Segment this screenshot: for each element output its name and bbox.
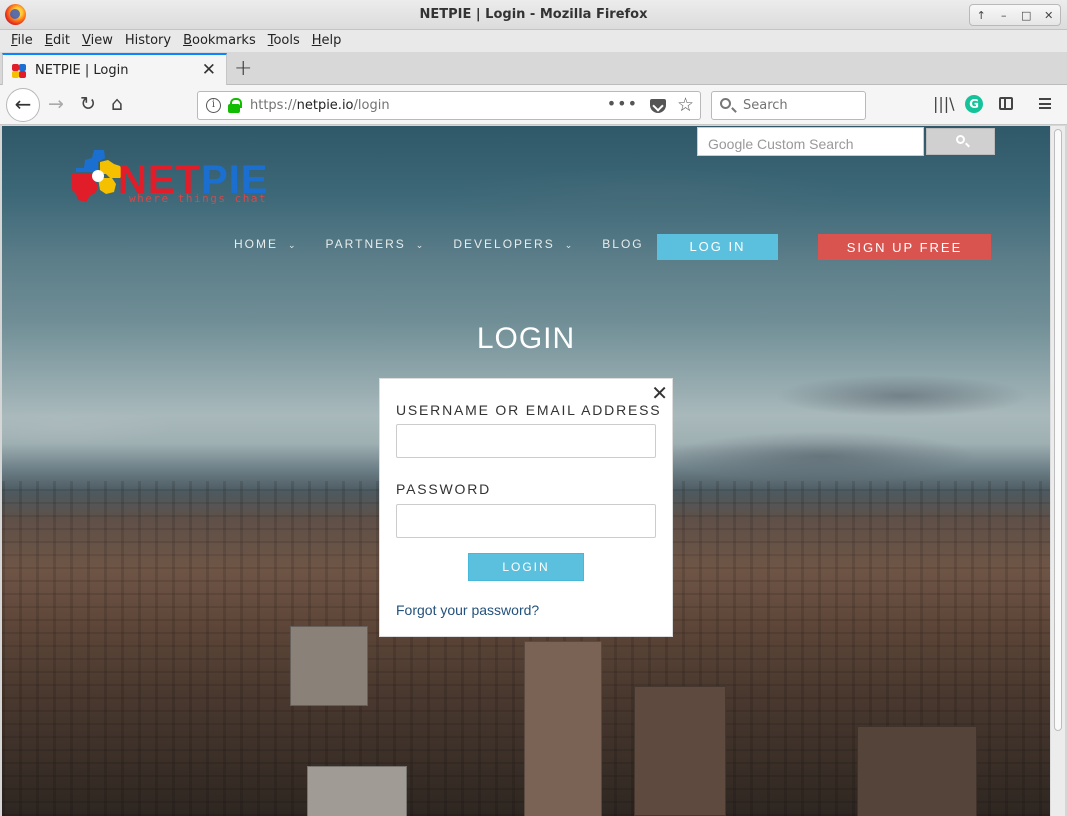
menu-bookmarks[interactable]: Bookmarks <box>177 30 262 52</box>
window-controls: ↑ – □ ✕ <box>969 4 1061 26</box>
site-info-icon[interactable]: i <box>206 98 221 113</box>
tab-strip: NETPIE | Login ✕ + <box>0 52 1067 85</box>
background-tower <box>857 726 977 816</box>
search-placeholder: Search <box>743 98 788 113</box>
nav-home[interactable]: HOME ⌄ <box>234 237 298 251</box>
google-search-button[interactable] <box>926 128 995 155</box>
library-icon[interactable]: |||\ <box>933 94 955 113</box>
password-field[interactable] <box>396 504 656 538</box>
lock-icon[interactable] <box>228 98 242 113</box>
menu-bar: File Edit View History Bookmarks Tools H… <box>0 30 1067 52</box>
page-title: LOGIN <box>476 322 576 355</box>
background-tower <box>307 766 407 816</box>
browser-search-input[interactable]: Search <box>711 91 866 120</box>
logo-tagline: where things chat <box>129 192 268 205</box>
page-actions-icon[interactable]: ••• <box>607 94 638 113</box>
grammarly-icon[interactable]: G <box>965 95 983 113</box>
nav-blog[interactable]: BLOG <box>602 237 643 251</box>
page-viewport: Google Custom Search NETPIE where things… <box>2 126 1050 816</box>
login-button[interactable]: LOG IN <box>657 234 778 260</box>
menu-tools[interactable]: Tools <box>262 30 306 52</box>
username-field[interactable] <box>396 424 656 458</box>
netpie-favicon-icon <box>12 64 27 78</box>
menu-help[interactable]: Help <box>306 30 348 52</box>
home-button[interactable]: ⌂ <box>111 93 123 115</box>
new-tab-button[interactable]: + <box>234 56 252 81</box>
tab-netpie-login[interactable]: NETPIE | Login ✕ <box>2 53 227 85</box>
nav-developers[interactable]: DEVELOPERS ⌄ <box>453 237 574 251</box>
url-text[interactable]: https://netpie.io/login <box>250 98 390 113</box>
search-icon <box>956 135 965 144</box>
window-close-icon[interactable]: ✕ <box>1040 9 1058 22</box>
google-search-input[interactable]: Google Custom Search <box>697 127 924 156</box>
chevron-down-icon: ⌄ <box>288 240 298 250</box>
chevron-down-icon: ⌄ <box>415 240 426 250</box>
window-maximize-icon[interactable]: □ <box>1017 9 1035 22</box>
menu-history[interactable]: History <box>119 30 177 52</box>
scrollbar-thumb[interactable] <box>1054 129 1062 731</box>
background-tower <box>290 626 368 706</box>
forward-button[interactable]: → <box>48 93 64 115</box>
search-icon <box>720 98 731 109</box>
background-tower <box>524 641 602 816</box>
reload-button[interactable]: ↻ <box>80 93 96 115</box>
menu-view[interactable]: View <box>76 30 119 52</box>
signup-button[interactable]: SIGN UP FREE <box>818 234 991 260</box>
background-tower <box>634 686 726 816</box>
site-navigation: HOME ⌄ PARTNERS ⌄ DEVELOPERS ⌄ BLOG <box>234 237 672 251</box>
chevron-down-icon: ⌄ <box>564 240 575 250</box>
bookmark-star-icon[interactable]: ☆ <box>677 94 694 116</box>
url-bar[interactable]: i https://netpie.io/login ••• ☆ <box>197 91 701 120</box>
tab-label: NETPIE | Login <box>35 63 129 78</box>
window-minimize-icon[interactable]: – <box>995 9 1013 22</box>
menu-edit[interactable]: Edit <box>39 30 76 52</box>
back-button[interactable]: ← <box>6 88 40 122</box>
google-search-placeholder: Google Custom Search <box>708 136 854 152</box>
password-label: PASSWORD <box>396 481 492 497</box>
netpie-logo[interactable]: NETPIE where things chat <box>70 148 300 206</box>
login-submit-button[interactable]: LOGIN <box>468 553 584 581</box>
hamburger-menu-icon[interactable] <box>1039 98 1051 109</box>
pocket-icon[interactable] <box>650 99 666 113</box>
tab-close-icon[interactable]: ✕ <box>202 60 216 80</box>
login-modal: ✕ USERNAME OR EMAIL ADDRESS PASSWORD LOG… <box>379 378 673 637</box>
navigation-toolbar: ← → ↻ ⌂ i https://netpie.io/login ••• ☆ … <box>0 85 1067 125</box>
menu-file[interactable]: File <box>5 30 39 52</box>
window-keep-above-icon[interactable]: ↑ <box>972 9 990 22</box>
sidebar-icon[interactable] <box>999 97 1013 110</box>
username-label: USERNAME OR EMAIL ADDRESS <box>396 402 662 418</box>
page-scrollbar[interactable] <box>1050 126 1065 816</box>
nav-partners[interactable]: PARTNERS ⌄ <box>326 237 426 251</box>
window-title-bar: NETPIE | Login - Mozilla Firefox ↑ – □ ✕ <box>0 0 1067 30</box>
forgot-password-link[interactable]: Forgot your password? <box>396 602 539 618</box>
window-title: NETPIE | Login - Mozilla Firefox <box>419 7 648 22</box>
